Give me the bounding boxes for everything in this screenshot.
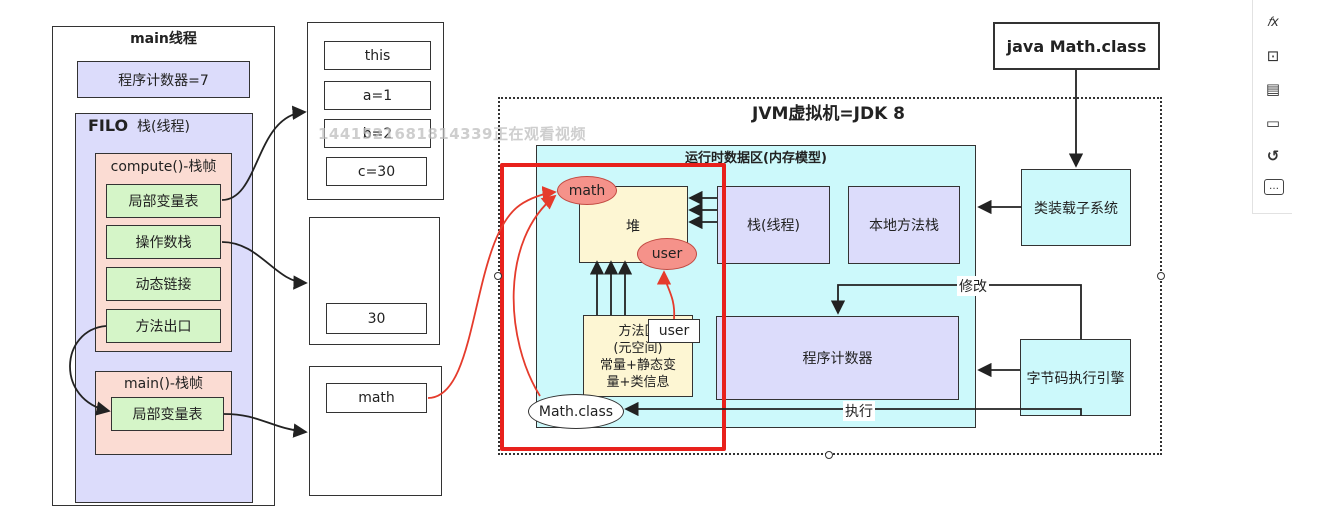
modify-label: 修改 [957,276,989,296]
connector-lines [69,70,1084,438]
history-icon[interactable]: ↺ [1262,146,1284,166]
resize-icon[interactable]: ⊡ [1262,46,1284,66]
file-icon[interactable]: ▭ [1262,113,1284,133]
pages-icon[interactable]: ▤ [1262,79,1284,99]
execute-label: 执行 [843,401,875,421]
formula-icon[interactable]: 𝑓x [1262,12,1284,32]
comment-icon[interactable]: … [1264,179,1284,195]
